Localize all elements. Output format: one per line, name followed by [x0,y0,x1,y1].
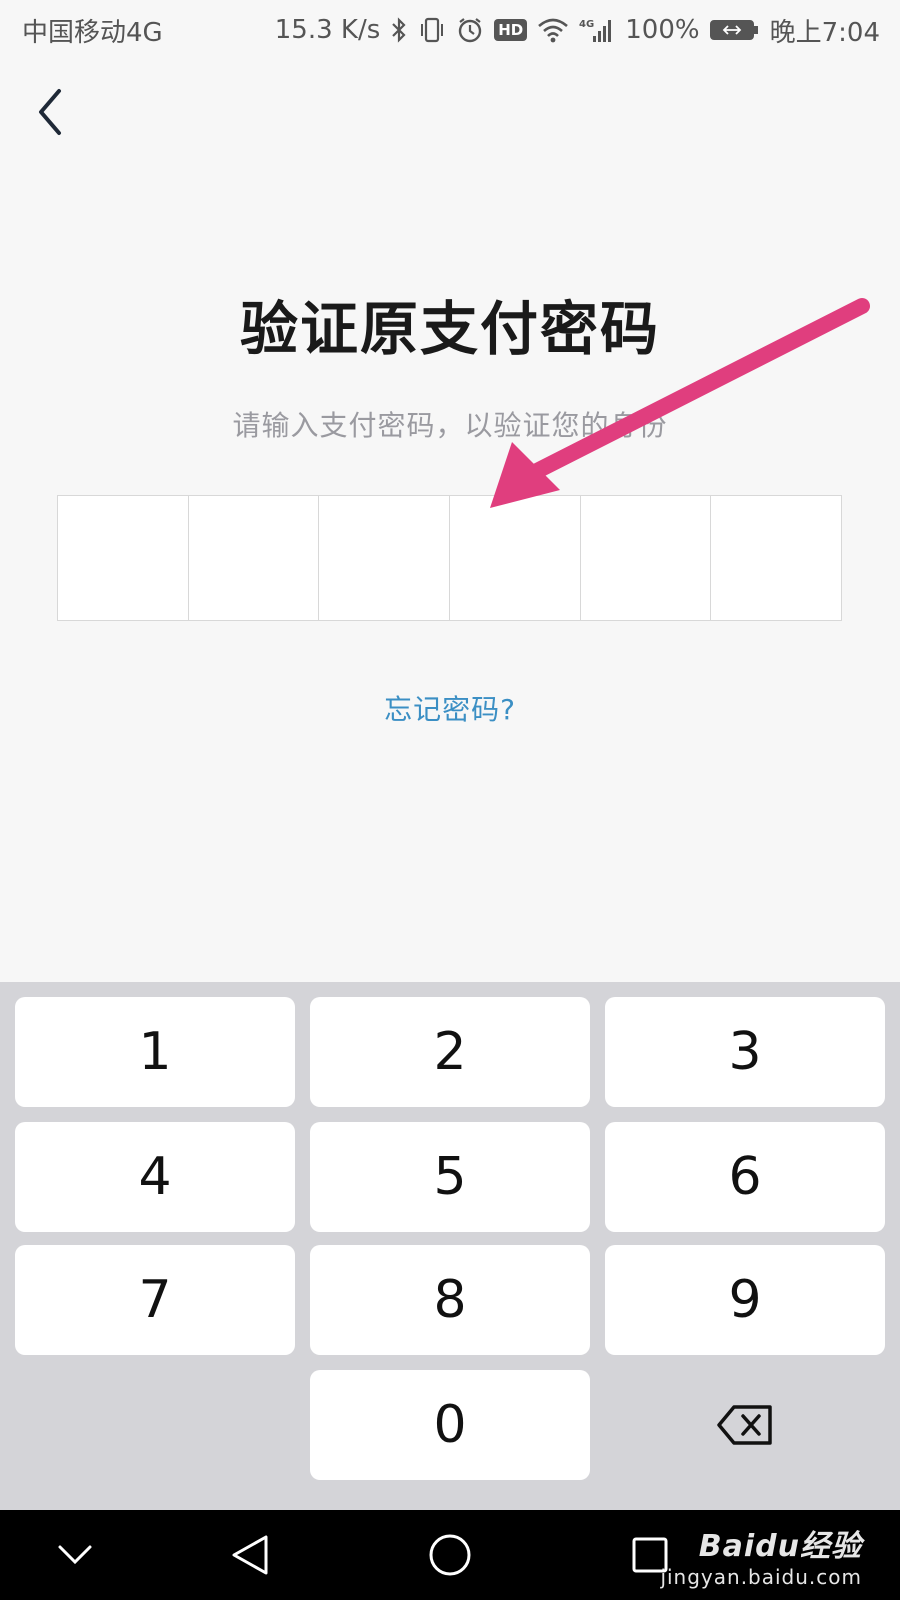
back-triangle-icon [232,1535,268,1575]
nav-home-button[interactable] [400,1510,500,1600]
chevron-left-icon [39,89,61,135]
network-speed: 15.3 K/s [274,15,381,45]
bluetooth-icon [390,16,408,44]
back-button[interactable] [26,82,74,142]
page-subtitle: 请输入支付密码，以验证您的身份 [232,409,668,442]
carrier-label: 中国移动4G [22,17,163,48]
key-9[interactable]: 9 [605,1245,885,1355]
hd-icon: HD [494,19,528,41]
pin-box[interactable] [319,496,451,620]
nav-back-button[interactable] [200,1510,300,1600]
numeric-keypad: 1 2 3 4 5 6 7 8 9 0 [0,982,900,1510]
backspace-icon [717,1405,772,1445]
key-4[interactable]: 4 [15,1122,295,1232]
key-0[interactable]: 0 [310,1370,590,1480]
key-1[interactable]: 1 [15,997,295,1107]
key-7[interactable]: 7 [15,1245,295,1355]
battery-charging-icon [709,16,760,44]
hide-keyboard-button[interactable] [25,1510,125,1600]
key-6[interactable]: 6 [605,1122,885,1232]
key-blank [15,1370,295,1480]
status-icons: 15.3 K/s HD 4G 100% 晚上7:04 [275,12,880,49]
clock: 晚上7:04 [769,17,880,48]
pin-box[interactable] [711,496,841,620]
pin-box[interactable] [189,496,320,620]
alarm-icon [456,16,484,44]
annotation-arrow-icon [490,298,870,508]
vibrate-icon [418,16,446,44]
home-circle-icon [429,1534,471,1576]
status-bar: 中国移动4G 15.3 K/s HD 4G 100% 晚上7:04 [0,0,900,60]
watermark-brand: Baidu经验 [698,1529,862,1564]
watermark-url: jingyan.baidu.com [660,1565,862,1589]
battery-percent: 100% [625,15,700,45]
pin-box[interactable] [581,496,712,620]
signal-icon: 4G [579,16,615,44]
pin-box[interactable] [58,496,189,620]
pin-box[interactable] [450,496,581,620]
page-title: 验证原支付密码 [239,295,660,363]
svg-text:4G: 4G [579,19,594,30]
key-8[interactable]: 8 [310,1245,590,1355]
baidu-watermark: Baidu经验 jingyan.baidu.com [660,1510,862,1600]
chevron-down-icon [58,1545,92,1565]
pin-input[interactable] [57,495,842,621]
key-2[interactable]: 2 [310,997,590,1107]
forgot-password-link[interactable]: 忘记密码? [0,688,900,728]
wifi-icon [537,16,569,44]
key-3[interactable]: 3 [605,997,885,1107]
key-5[interactable]: 5 [310,1122,590,1232]
delete-key[interactable] [605,1370,885,1480]
